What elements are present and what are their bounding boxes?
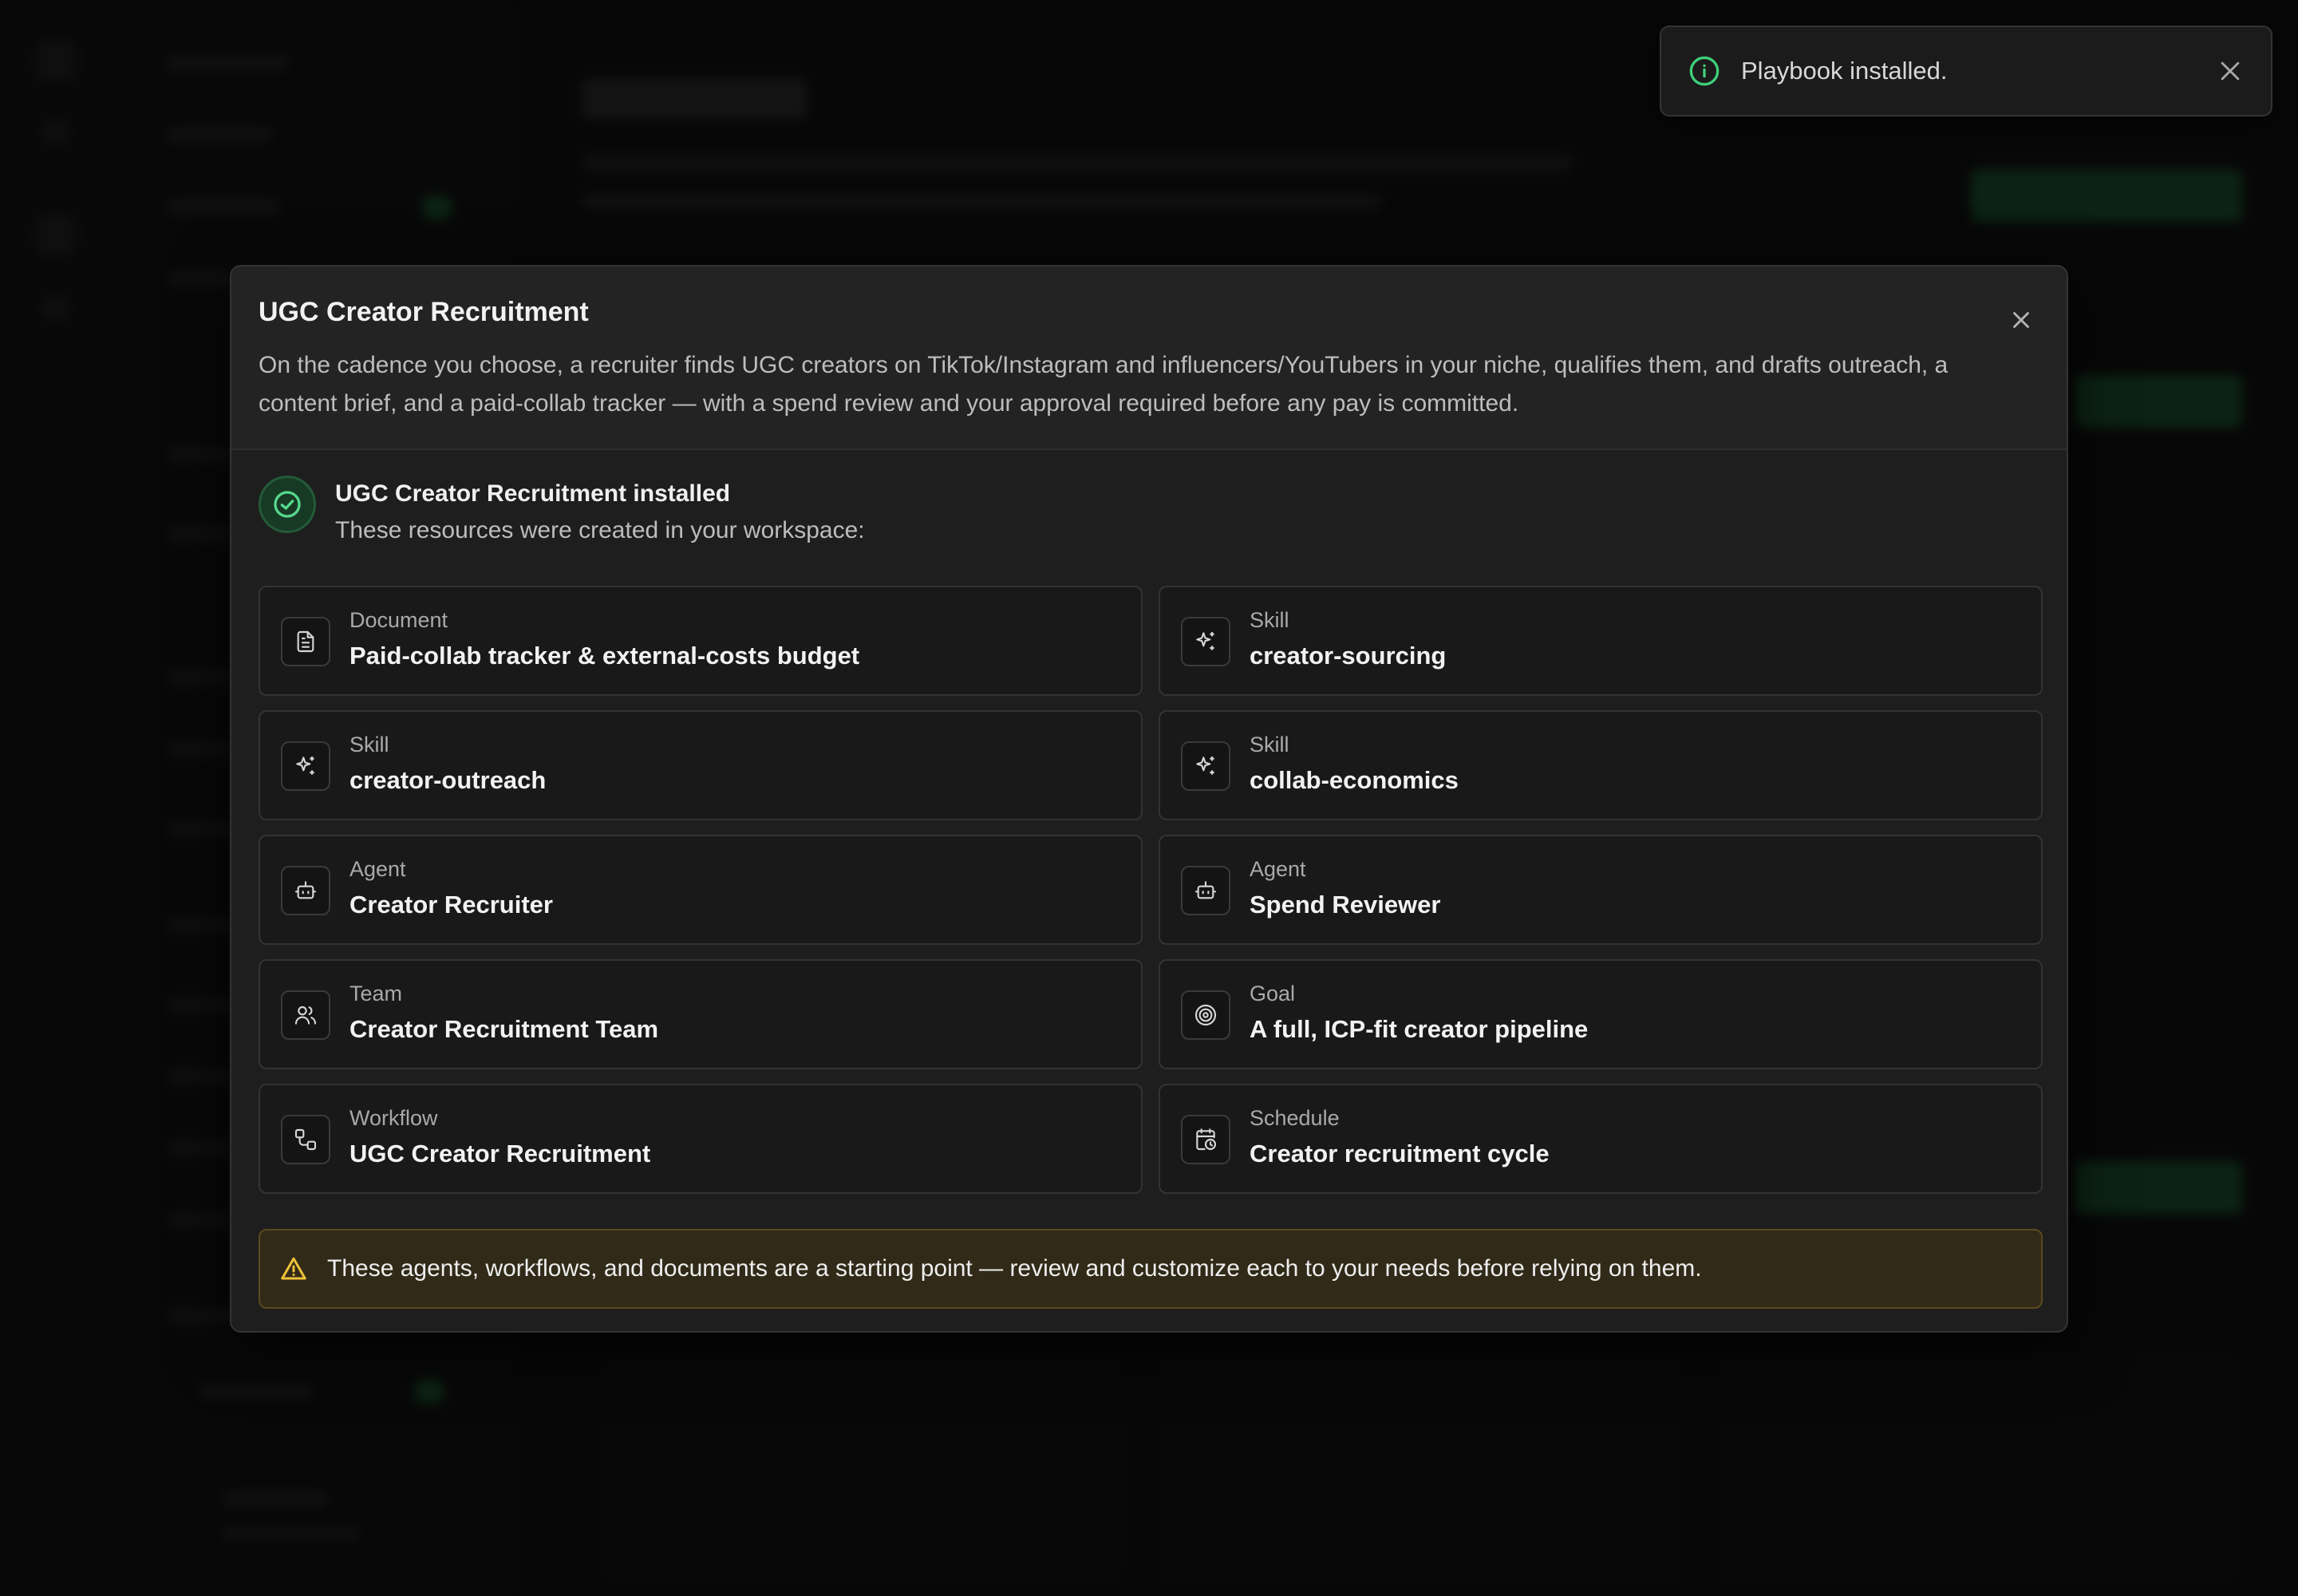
resource-type: Team <box>349 982 403 1005</box>
bot-icon <box>1181 866 1230 915</box>
resource-name: A full, ICP-fit creator pipeline <box>1250 1015 1589 1043</box>
resource-type: Goal <box>1250 982 1296 1005</box>
resource-name: creator-sourcing <box>1250 642 1447 670</box>
installed-subtitle: These resources were created in your wor… <box>335 517 865 543</box>
resource-name: Paid-collab tracker & external-costs bud… <box>349 642 860 670</box>
dialog-title: UGC Creator Recruitment <box>259 297 589 327</box>
sparkles-icon <box>281 741 330 791</box>
resource-type: Document <box>349 608 448 632</box>
document-icon <box>281 617 330 666</box>
playbook-install-dialog: UGC Creator Recruitment On the cadence y… <box>230 265 2068 1333</box>
toast-notification: Playbook installed. <box>1660 26 2272 117</box>
warning-text: These agents, workflows, and documents a… <box>327 1255 1702 1282</box>
resource-card[interactable]: Workflow UGC Creator Recruitment <box>259 1084 1143 1194</box>
sparkles-icon <box>1181 617 1230 666</box>
check-circle-icon <box>259 476 316 533</box>
resource-card[interactable]: Agent Spend Reviewer <box>1159 835 2043 945</box>
calendar-clock-icon <box>1181 1115 1230 1164</box>
sparkles-icon <box>1181 741 1230 791</box>
resource-type: Agent <box>1250 857 1306 881</box>
resource-name: collab-economics <box>1250 766 1459 794</box>
workflow-icon <box>281 1115 330 1164</box>
resource-name: UGC Creator Recruitment <box>349 1140 651 1167</box>
bot-icon <box>281 866 330 915</box>
resource-name: creator-outreach <box>349 766 547 794</box>
resource-name: Creator Recruiter <box>349 891 553 918</box>
resource-name: Spend Reviewer <box>1250 891 1441 918</box>
resource-type: Schedule <box>1250 1106 1340 1130</box>
installed-status: UGC Creator Recruitment installed These … <box>259 476 1216 555</box>
resource-card[interactable]: Agent Creator Recruiter <box>259 835 1143 945</box>
resource-type: Skill <box>1250 608 1289 632</box>
installed-title: UGC Creator Recruitment installed <box>335 480 731 507</box>
users-icon <box>281 990 330 1040</box>
resource-type: Skill <box>1250 733 1289 757</box>
toast-message: Playbook installed. <box>1741 57 1948 85</box>
resource-card[interactable]: Schedule Creator recruitment cycle <box>1159 1084 2043 1194</box>
resource-name: Creator Recruitment Team <box>349 1015 659 1043</box>
resource-type: Skill <box>349 733 389 757</box>
resource-card[interactable]: Skill creator-outreach <box>259 710 1143 820</box>
target-icon <box>1181 990 1230 1040</box>
warning-icon <box>281 1257 306 1280</box>
dialog-header: UGC Creator Recruitment On the cadence y… <box>231 267 2067 450</box>
resource-type: Workflow <box>349 1106 438 1130</box>
resource-name: Creator recruitment cycle <box>1250 1140 1550 1167</box>
resource-type: Agent <box>349 857 406 881</box>
resource-card[interactable]: Skill creator-sourcing <box>1159 586 2043 696</box>
close-icon[interactable] <box>2008 306 2035 334</box>
close-icon[interactable] <box>2217 57 2244 85</box>
resource-card[interactable]: Skill collab-economics <box>1159 710 2043 820</box>
warning-banner: These agents, workflows, and documents a… <box>259 1229 2043 1309</box>
info-icon <box>1689 56 1720 86</box>
resource-card[interactable]: Team Creator Recruitment Team <box>259 959 1143 1069</box>
dialog-description: On the cadence you choose, a recruiter f… <box>259 352 1949 417</box>
resource-card[interactable]: Goal A full, ICP-fit creator pipeline <box>1159 959 2043 1069</box>
resource-card[interactable]: Document Paid-collab tracker & external-… <box>259 586 1143 696</box>
